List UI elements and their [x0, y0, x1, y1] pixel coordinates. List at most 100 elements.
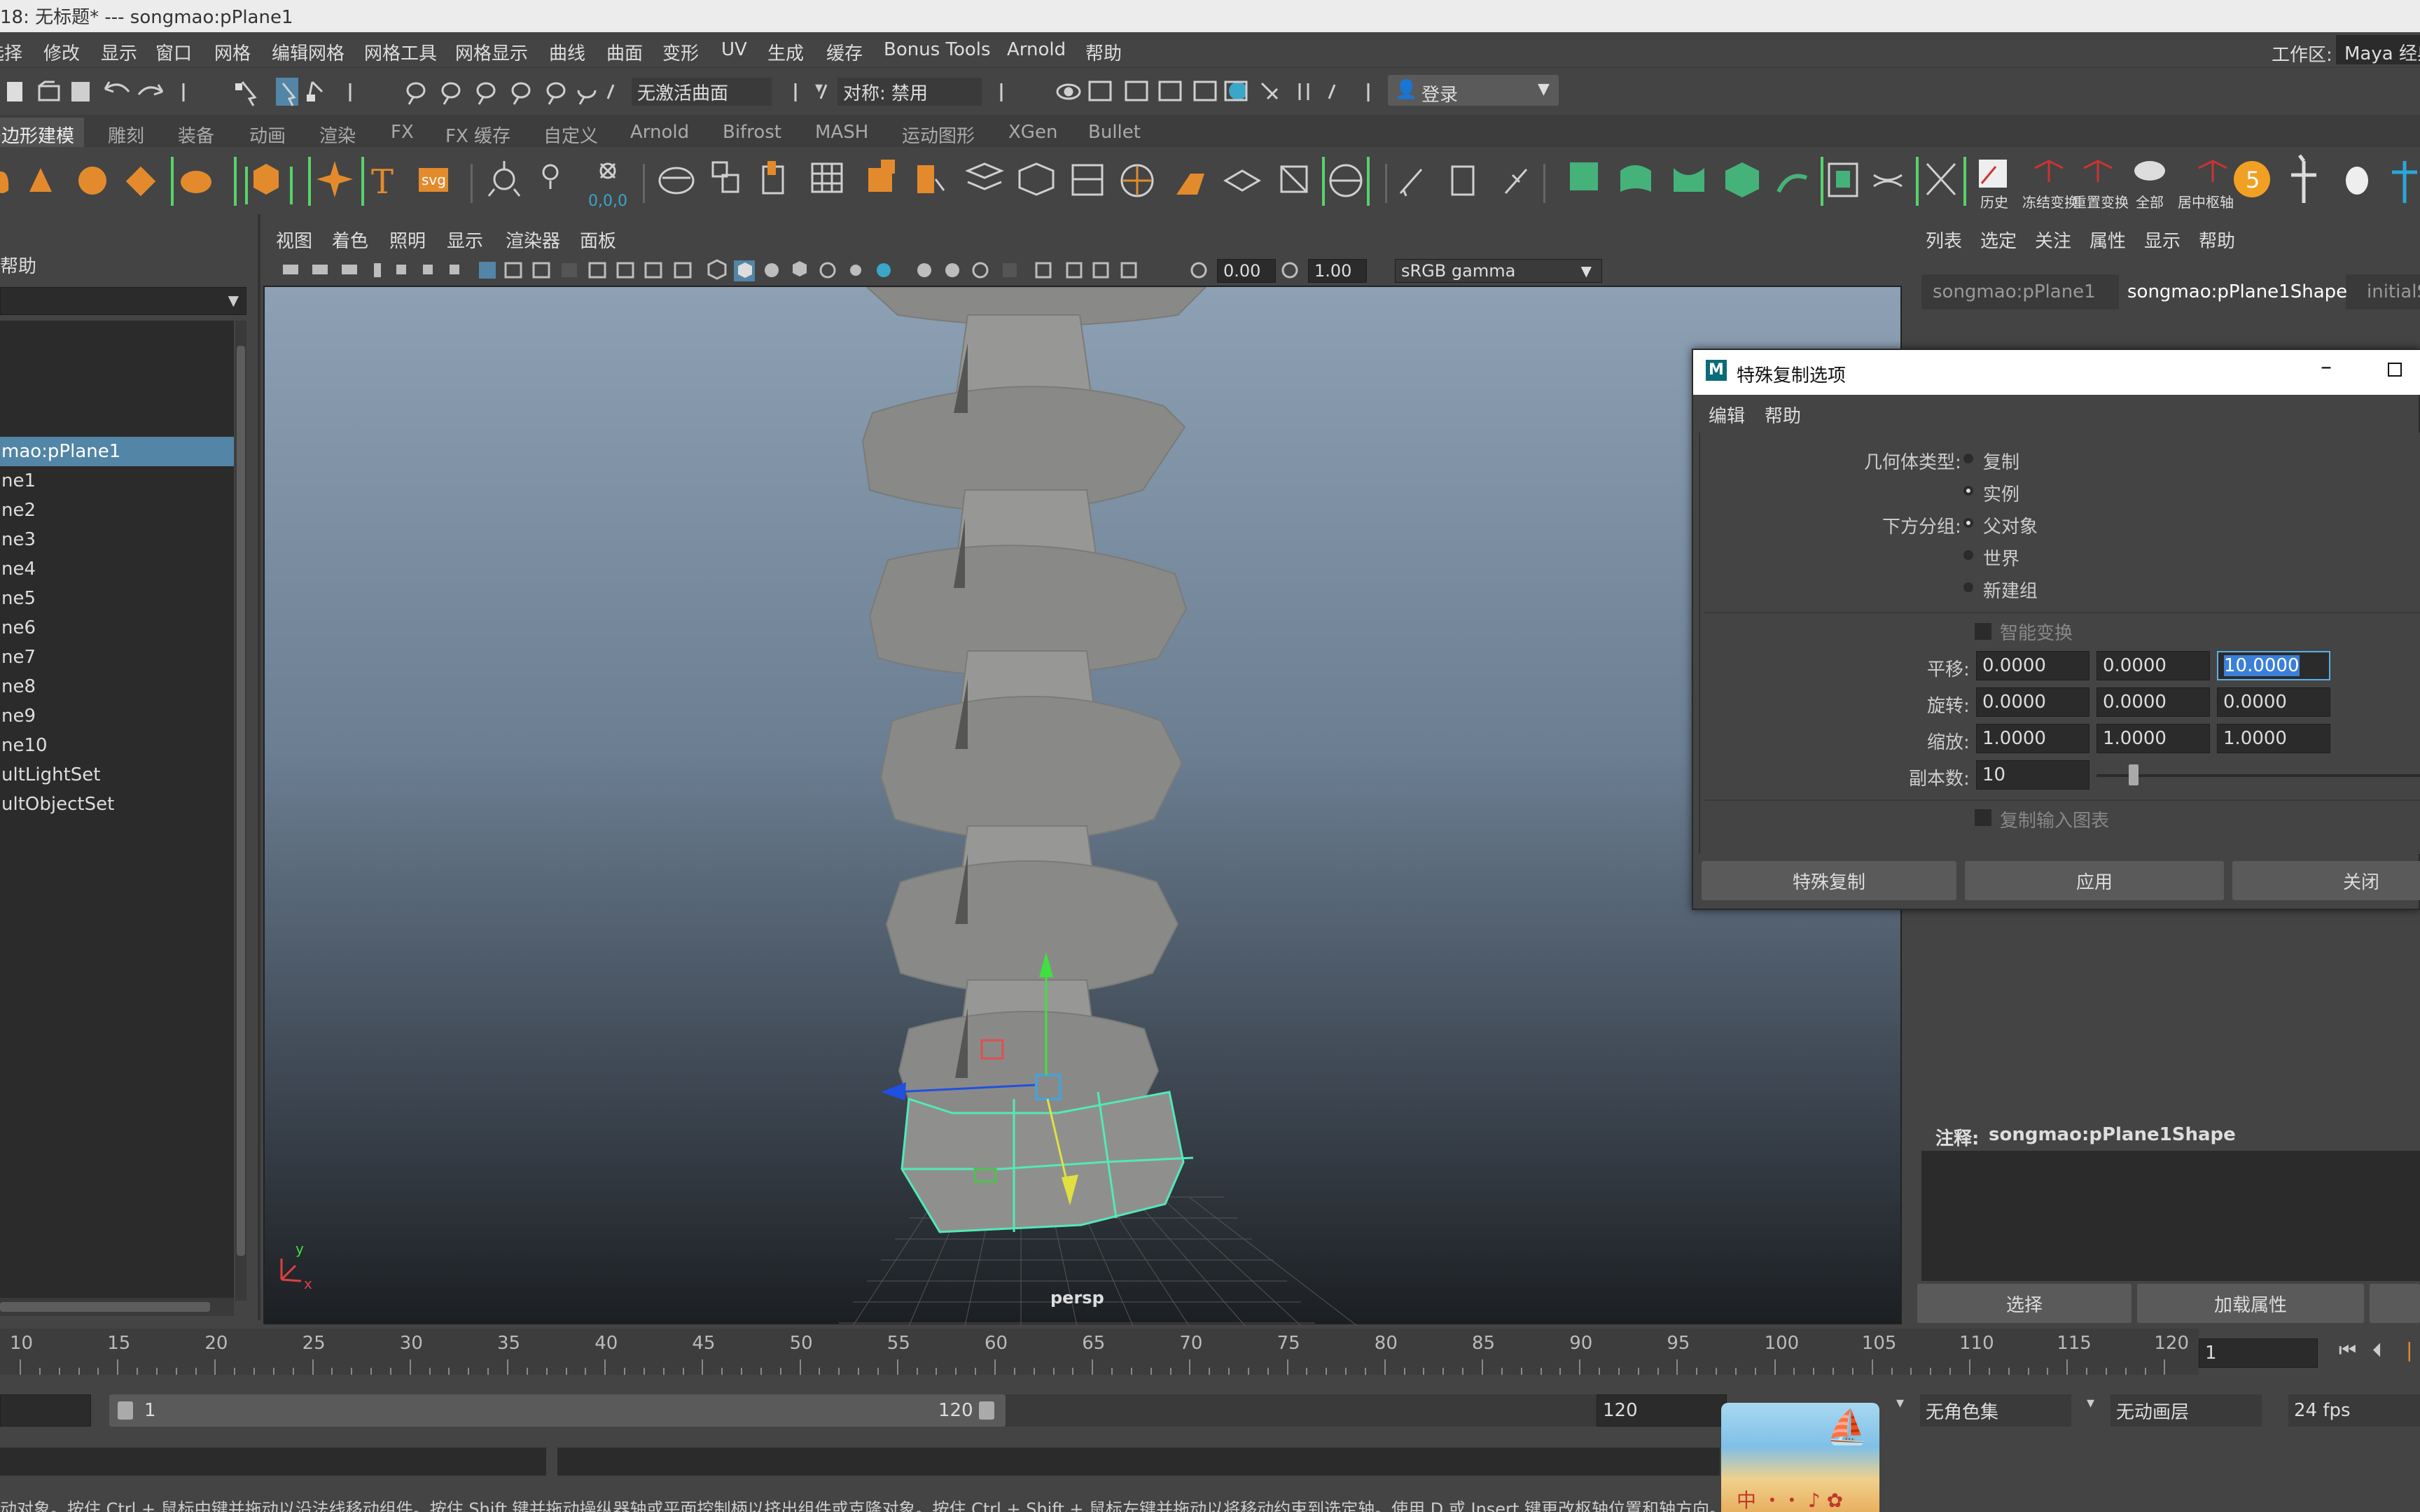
tab-arnold[interactable]: Arnold [630, 122, 689, 143]
step-back-icon[interactable]: ⏴ [2372, 1338, 2382, 1362]
menu-window[interactable]: 窗口 [155, 39, 192, 65]
list-item[interactable]: ne4 [0, 554, 234, 584]
list-item[interactable]: ne9 [0, 701, 234, 731]
live-surface-field[interactable]: 无激活曲面 [632, 78, 772, 106]
list-item[interactable]: ne6 [0, 613, 234, 643]
list-item[interactable]: mao:pPlane1 [0, 437, 234, 466]
tab-bifrost[interactable]: Bifrost [723, 122, 781, 143]
smart-transform-label[interactable]: 智能变换 [2000, 619, 2073, 645]
animation-end-field[interactable]: 120 [1597, 1394, 1727, 1427]
list-item[interactable]: ne7 [0, 643, 234, 672]
menu-bonus-tools[interactable]: Bonus Tools [884, 39, 991, 60]
menu-arnold[interactable]: Arnold [1007, 39, 1066, 60]
range-end-handle[interactable] [979, 1401, 994, 1420]
copies-slider-track[interactable] [2096, 774, 2420, 777]
viewport-menu-view[interactable]: 视图 [276, 227, 312, 253]
fps-dropdown[interactable]: 24 fps [2288, 1394, 2420, 1427]
apply-button[interactable]: 应用 [1965, 861, 2224, 900]
outliner-help-menu[interactable]: 帮助 [0, 252, 36, 278]
tab-animation[interactable]: 动画 [249, 122, 286, 148]
ime-overlay[interactable]: ⛵ 中 ・・ ♪ ✿ [1721, 1403, 1879, 1512]
smart-transform-checkbox[interactable] [1975, 623, 1991, 640]
menu-mesh-display[interactable]: 网格显示 [455, 39, 528, 65]
tab-motion-graphics[interactable]: 运动图形 [902, 122, 975, 148]
menu-curves[interactable]: 曲线 [549, 39, 585, 65]
scale-y-field[interactable]: 1.0000 [2096, 724, 2210, 753]
menu-help[interactable]: 帮助 [1085, 39, 1122, 65]
menu-display[interactable]: 显示 [101, 39, 137, 65]
ae-menu-show[interactable]: 显示 [2144, 227, 2181, 253]
translate-y-field[interactable]: 0.0000 [2096, 651, 2210, 680]
menu-surfaces[interactable]: 曲面 [606, 39, 643, 65]
ae-menu-selected[interactable]: 选定 [1980, 227, 2017, 253]
login-dropdown[interactable]: 👤 登录 ▼ [1388, 75, 1559, 106]
rotate-x-field[interactable]: 0.0000 [1976, 687, 2089, 717]
tab-mash[interactable]: MASH [815, 122, 868, 143]
outliner-hscrollbar[interactable] [0, 1298, 234, 1316]
menu-edit-mesh[interactable]: 编辑网格 [272, 39, 345, 65]
radio-copy-label[interactable]: 复制 [1983, 448, 2019, 474]
menu-modify[interactable]: 修改 [43, 39, 80, 65]
menu-uv[interactable]: UV [721, 39, 747, 60]
go-to-start-icon[interactable]: ⏮ [2339, 1338, 2356, 1362]
load-attributes-button[interactable]: 加载属性 [2137, 1284, 2364, 1323]
tab-fx[interactable]: FX [391, 122, 414, 143]
mel-input[interactable] [0, 1448, 546, 1476]
list-item[interactable]: ultLightSet [0, 760, 234, 790]
menu-mesh-tools[interactable]: 网格工具 [364, 39, 437, 65]
status-line-icons[interactable] [0, 68, 2420, 115]
copies-slider-handle[interactable] [2129, 764, 2139, 785]
list-item[interactable]: ne2 [0, 496, 234, 525]
viewport-toolbar-icons[interactable] [263, 255, 1905, 286]
menu-select[interactable]: 选择 [0, 39, 22, 65]
viewport-menu-lighting[interactable]: 照明 [389, 227, 426, 253]
radio-world[interactable] [1963, 550, 1973, 560]
duplicate-input-graph-checkbox[interactable] [1975, 809, 1991, 826]
tab-custom[interactable]: 自定义 [543, 122, 598, 148]
maximize-icon[interactable] [2388, 363, 2402, 377]
ae-notes-field[interactable] [1921, 1151, 2420, 1281]
radio-instance[interactable] [1963, 486, 1973, 496]
tab-bullet[interactable]: Bullet [1088, 122, 1141, 143]
radio-new-group[interactable] [1963, 582, 1973, 592]
color-space-dropdown[interactable]: sRGB gamma ▼ [1395, 259, 1602, 283]
list-item[interactable]: ne8 [0, 672, 234, 701]
tab-fx-cache[interactable]: FX 缓存 [445, 122, 510, 148]
radio-copy[interactable] [1963, 454, 1973, 463]
list-item[interactable]: ne5 [0, 584, 234, 613]
dialog-menu-edit[interactable]: 编辑 [1709, 402, 1745, 428]
symmetry-field[interactable]: 对称: 禁用 [837, 78, 982, 106]
viewport-menu-panels[interactable]: 面板 [580, 227, 616, 253]
current-frame-field[interactable]: 1 [2199, 1338, 2318, 1368]
animation-start-field[interactable] [0, 1394, 91, 1427]
rotate-y-field[interactable]: 0.0000 [2096, 687, 2210, 717]
gamma-field[interactable]: 1.00 [1308, 259, 1367, 283]
scrollbar-thumb[interactable] [237, 346, 245, 1256]
close-button[interactable]: 关闭 [2232, 861, 2420, 900]
scrollbar-thumb[interactable] [0, 1302, 210, 1312]
menu-deform[interactable]: 变形 [662, 39, 699, 65]
tab-rigging[interactable]: 装备 [178, 122, 214, 148]
ae-menu-attributes[interactable]: 属性 [2089, 227, 2126, 253]
menu-generate[interactable]: 生成 [767, 39, 804, 65]
ae-tab-initial[interactable]: initialS [2367, 281, 2420, 302]
copy-tab-button[interactable] [2370, 1284, 2420, 1323]
minimize-icon[interactable]: – [2321, 353, 2332, 379]
menu-cache[interactable]: 缓存 [826, 39, 863, 65]
ae-tab-transform[interactable]: songmao:pPlane1 [1933, 281, 2096, 302]
time-slider[interactable]: 10 15 20 25 30 35 40 45 50 55 60 65 70 75 80 85 90 95 100 1… [0, 1329, 2199, 1375]
range-slider[interactable]: 1 120 [109, 1394, 1703, 1427]
list-item[interactable]: ultObjectSet [0, 790, 234, 819]
list-item[interactable]: ne10 [0, 731, 234, 760]
viewport-menu-renderer[interactable]: 渲染器 [506, 227, 560, 253]
tab-sculpting[interactable]: 雕刻 [108, 122, 144, 148]
radio-instance-label[interactable]: 实例 [1983, 480, 2019, 506]
copies-field[interactable]: 10 [1976, 760, 2089, 790]
rotate-z-field[interactable]: 0.0000 [2217, 687, 2330, 717]
workspace-selector[interactable]: Maya 经典 [2336, 35, 2420, 64]
dialog-title-bar[interactable]: M 特殊复制选项 – [1693, 350, 2420, 395]
select-button[interactable]: 选择 [1917, 1284, 2132, 1323]
outliner-search[interactable]: ▼ [0, 287, 246, 315]
anim-layer-dropdown[interactable]: 无动画层 [2110, 1394, 2262, 1427]
outliner-vscrollbar[interactable] [235, 321, 246, 1301]
